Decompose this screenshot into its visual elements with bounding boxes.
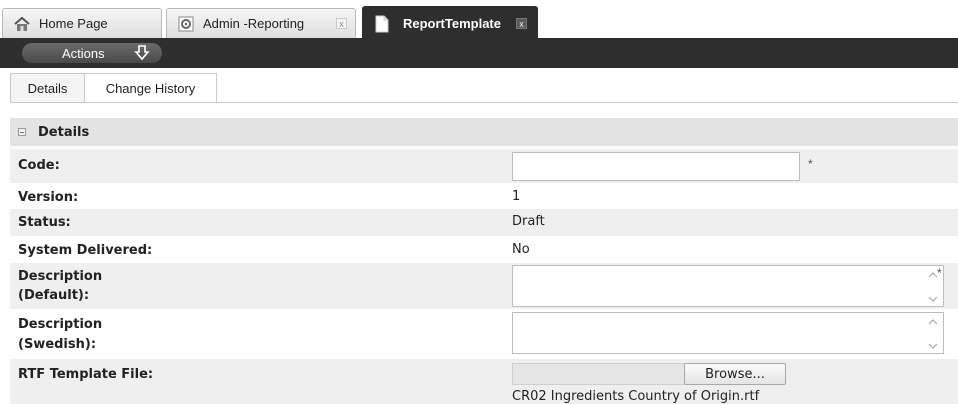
subtab-change-history[interactable]: Change History — [84, 73, 217, 103]
version-row: Version: 1 — [10, 186, 958, 208]
gear-icon — [177, 15, 195, 33]
required-marker: * — [808, 157, 813, 171]
close-icon[interactable]: x — [336, 18, 347, 29]
description-default-textarea[interactable] — [512, 265, 944, 307]
sub-tab-bar: Details Change History — [10, 73, 958, 103]
home-icon — [13, 15, 31, 33]
section-title: Details — [38, 124, 90, 140]
version-value: 1 — [512, 189, 521, 204]
status-label: Status: — [18, 215, 71, 230]
action-bar: Actions — [0, 38, 958, 68]
document-icon — [373, 15, 391, 33]
version-label: Version: — [18, 190, 79, 205]
description-swedish-textarea[interactable] — [512, 312, 944, 354]
download-arrow-icon — [134, 44, 150, 62]
description-default-label-line2: (Default): — [18, 288, 90, 303]
status-row: Status: Draft — [10, 209, 958, 236]
details-section-header[interactable]: Details — [10, 118, 958, 146]
tab-report-template[interactable]: ReportTemplate x — [362, 6, 538, 40]
system-delivered-label: System Delivered: — [18, 243, 153, 258]
rtf-template-label: RTF Template File: — [18, 367, 154, 382]
tab-label: ReportTemplate — [403, 16, 501, 31]
actions-label: Actions — [62, 45, 105, 61]
tab-label: Admin -Reporting — [203, 16, 305, 31]
tab-home-page[interactable]: Home Page — [2, 8, 162, 38]
description-default-row: Description (Default): * — [10, 263, 958, 309]
required-marker: * — [937, 266, 942, 280]
tab-label: Home Page — [39, 16, 108, 31]
description-default-label-line1: Description — [18, 269, 103, 284]
description-swedish-label-line2: (Swedish): — [18, 337, 97, 352]
rtf-filename: CR02 Ingredients Country of Origin.rtf — [512, 389, 760, 404]
rtf-template-row: RTF Template File: Browse... CR02 Ingred… — [10, 359, 958, 404]
code-label: Code: — [18, 158, 60, 173]
close-icon[interactable]: x — [516, 18, 527, 29]
tab-admin-reporting[interactable]: Admin -Reporting x — [166, 8, 356, 38]
system-delivered-value: No — [512, 242, 530, 257]
browse-button[interactable]: Browse... — [684, 363, 786, 385]
code-row: Code: * — [10, 149, 958, 183]
actions-button[interactable]: Actions — [22, 43, 162, 63]
tab-strip: Home Page Admin -Reporting x ReportTempl… — [0, 0, 958, 40]
description-swedish-label-line1: Description — [18, 317, 103, 332]
description-swedish-row: Description (Swedish): — [10, 310, 958, 358]
textarea-scrollbar[interactable] — [927, 315, 939, 351]
subtab-details[interactable]: Details — [10, 73, 85, 103]
system-delivered-row: System Delivered: No — [10, 238, 958, 262]
status-value: Draft — [512, 214, 545, 229]
code-input[interactable] — [512, 152, 800, 181]
collapse-icon[interactable] — [18, 128, 26, 136]
